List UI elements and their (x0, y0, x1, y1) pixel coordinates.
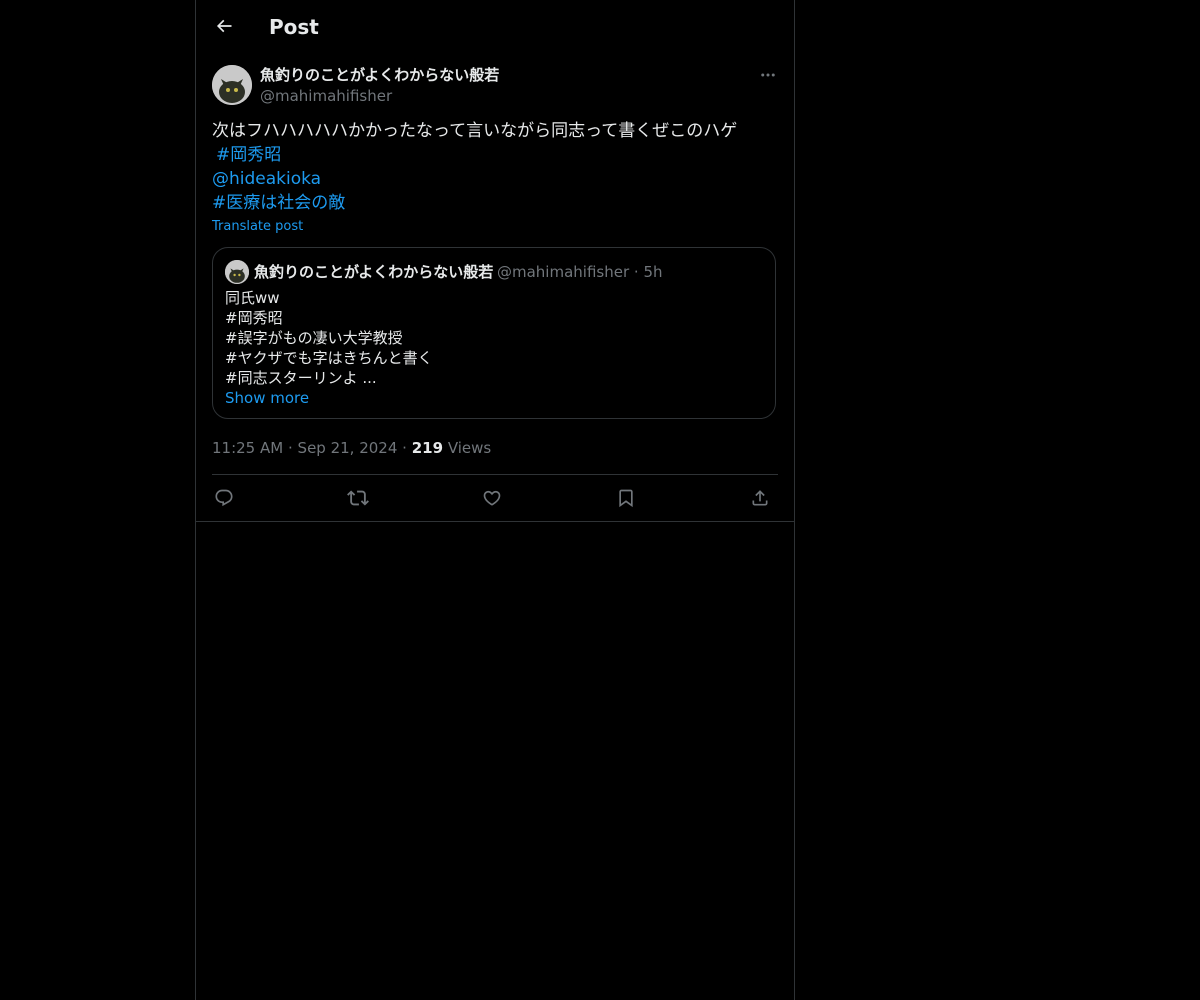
action-bar (212, 475, 778, 521)
bookmark-button[interactable] (614, 486, 638, 510)
quoted-post-age: 5h (643, 263, 663, 281)
quoted-text-line: #ヤクザでも字はきちんと書く (225, 349, 433, 367)
views-label: Views (447, 439, 492, 457)
quoted-post[interactable]: 魚釣りのことがよくわからない般若 @mahimahifisher · 5h 同氏… (212, 247, 776, 419)
arrow-left-icon (214, 16, 234, 36)
quoted-author-name: 魚釣りのことがよくわからない般若 (254, 263, 494, 281)
back-button[interactable] (212, 14, 236, 38)
quoted-text-line: #同志スターリンよ ... (225, 369, 377, 387)
share-icon (750, 488, 770, 508)
avatar[interactable] (212, 65, 252, 105)
reply-button[interactable] (212, 486, 236, 510)
page-header: Post (196, 0, 794, 53)
like-button[interactable] (480, 486, 504, 510)
timeline-column: Post 魚釣りのことがよくわからない般若 @mahimahifisher 次は… (195, 0, 795, 1000)
quoted-text-line: 同氏ww (225, 289, 280, 307)
page-title: Post (269, 15, 319, 39)
more-button[interactable] (758, 65, 778, 85)
views-count: 219 (411, 439, 444, 457)
post-date[interactable]: Sep 21, 2024 (298, 439, 398, 457)
separator: · (402, 439, 407, 457)
share-button[interactable] (748, 486, 772, 510)
hashtag-link[interactable]: #岡秀昭 (216, 145, 281, 165)
quoted-author-handle: @mahimahifisher (497, 263, 630, 281)
divider (196, 521, 794, 522)
post-author: 魚釣りのことがよくわからない般若 @mahimahifisher (212, 65, 778, 107)
translate-post-link[interactable]: Translate post (212, 218, 303, 236)
author-name[interactable]: 魚釣りのことがよくわからない般若 (260, 65, 499, 85)
separator: · (633, 263, 639, 281)
author-handle[interactable]: @mahimahifisher (260, 86, 392, 106)
mention-link[interactable]: @hideakioka (212, 169, 321, 189)
hashtag-link[interactable]: #医療は社会の敵 (212, 193, 345, 213)
repost-button[interactable] (346, 486, 370, 510)
heart-icon (482, 488, 502, 508)
more-horizontal-icon (759, 66, 777, 84)
separator: · (287, 439, 293, 457)
reply-icon (214, 488, 234, 508)
quoted-author-meta: @mahimahifisher · 5h (497, 262, 663, 282)
avatar (225, 260, 249, 284)
post-time[interactable]: 11:25 AM (212, 439, 283, 457)
bookmark-icon (616, 488, 636, 508)
quoted-text-line: #誤字がもの凄い大学教授 (225, 329, 403, 347)
quoted-text-line: #岡秀昭 (225, 309, 283, 327)
post-text-line: 次はフハハハハハかかったなって言いながら同志って書くぜこのハゲ (212, 121, 738, 141)
post-text: 次はフハハハハハかかったなって言いながら同志って書くぜこのハゲ #岡秀昭 @hi… (212, 119, 778, 215)
quoted-post-text: 同氏ww #岡秀昭 #誤字がもの凄い大学教授 #ヤクザでも字はきちんと書く #同… (225, 288, 433, 408)
repost-icon (347, 487, 369, 509)
show-more-link[interactable]: Show more (225, 388, 433, 408)
post-meta: 11:25 AM · Sep 21, 2024 · 219 Views (212, 438, 491, 458)
